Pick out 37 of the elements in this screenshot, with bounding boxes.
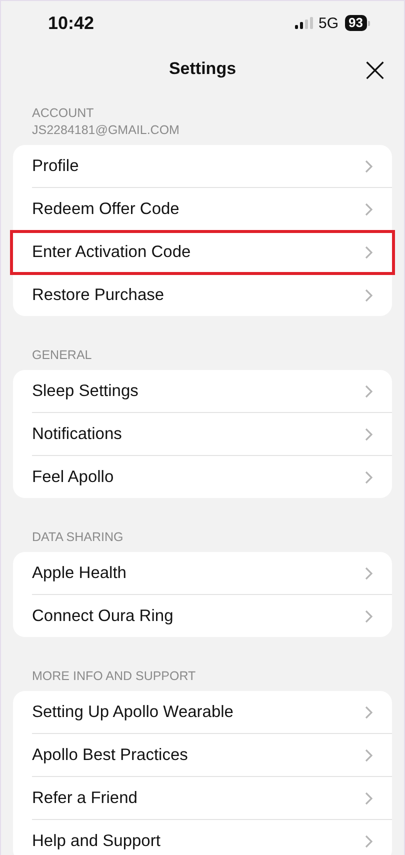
settings-item[interactable]: Refer a Friend: [32, 777, 392, 820]
settings-item[interactable]: Sleep Settings: [32, 370, 392, 413]
section-header: DATA SHARING: [31, 529, 124, 546]
chevron-icon: [365, 288, 373, 302]
settings-item[interactable]: Enter Activation Code: [32, 231, 392, 274]
chevron-icon: [365, 246, 373, 258]
status-time: 10:42: [48, 12, 96, 34]
close-button[interactable]: ×: [358, 53, 392, 87]
section-header: ACCOUNT: [31, 105, 94, 122]
settings-item[interactable]: Apple Health: [32, 552, 392, 595]
chevron-icon: [365, 706, 373, 718]
network-label: 5G: [318, 14, 339, 32]
settings-item[interactable]: Notifications: [32, 413, 392, 456]
settings-item[interactable]: Profile: [32, 145, 392, 188]
settings-item[interactable]: Connect Oura Ring: [32, 595, 392, 637]
chevron-icon: [365, 384, 373, 398]
settings-item[interactable]: Help and Support: [32, 820, 392, 855]
chevron-icon: [365, 160, 373, 172]
chevron-icon: [365, 610, 373, 622]
battery-icon: 93: [344, 15, 370, 31]
signal-icon: [294, 17, 313, 29]
account-email: JS2284181@GMAIL.COM: [31, 122, 180, 139]
chevron-icon: [365, 202, 373, 216]
settings-item[interactable]: Feel Apollo: [32, 456, 392, 498]
chevron-icon: [365, 428, 373, 440]
settings-item[interactable]: Restore Purchase: [32, 274, 392, 316]
section-header: GENERAL: [31, 347, 92, 364]
settings-item[interactable]: Redeem Offer Code: [32, 188, 392, 231]
chevron-icon: [365, 792, 373, 804]
chevron-icon: [365, 748, 373, 762]
chevron-icon: [365, 566, 373, 580]
screen-title: Settings: [168, 59, 236, 79]
settings-item[interactable]: Setting Up Apollo Wearable: [32, 691, 392, 734]
settings-item[interactable]: Apollo Best Practices: [32, 734, 392, 777]
chevron-icon: [365, 470, 373, 484]
chevron-icon: [365, 834, 373, 848]
section-header: MORE INFO AND SUPPORT: [31, 668, 196, 685]
